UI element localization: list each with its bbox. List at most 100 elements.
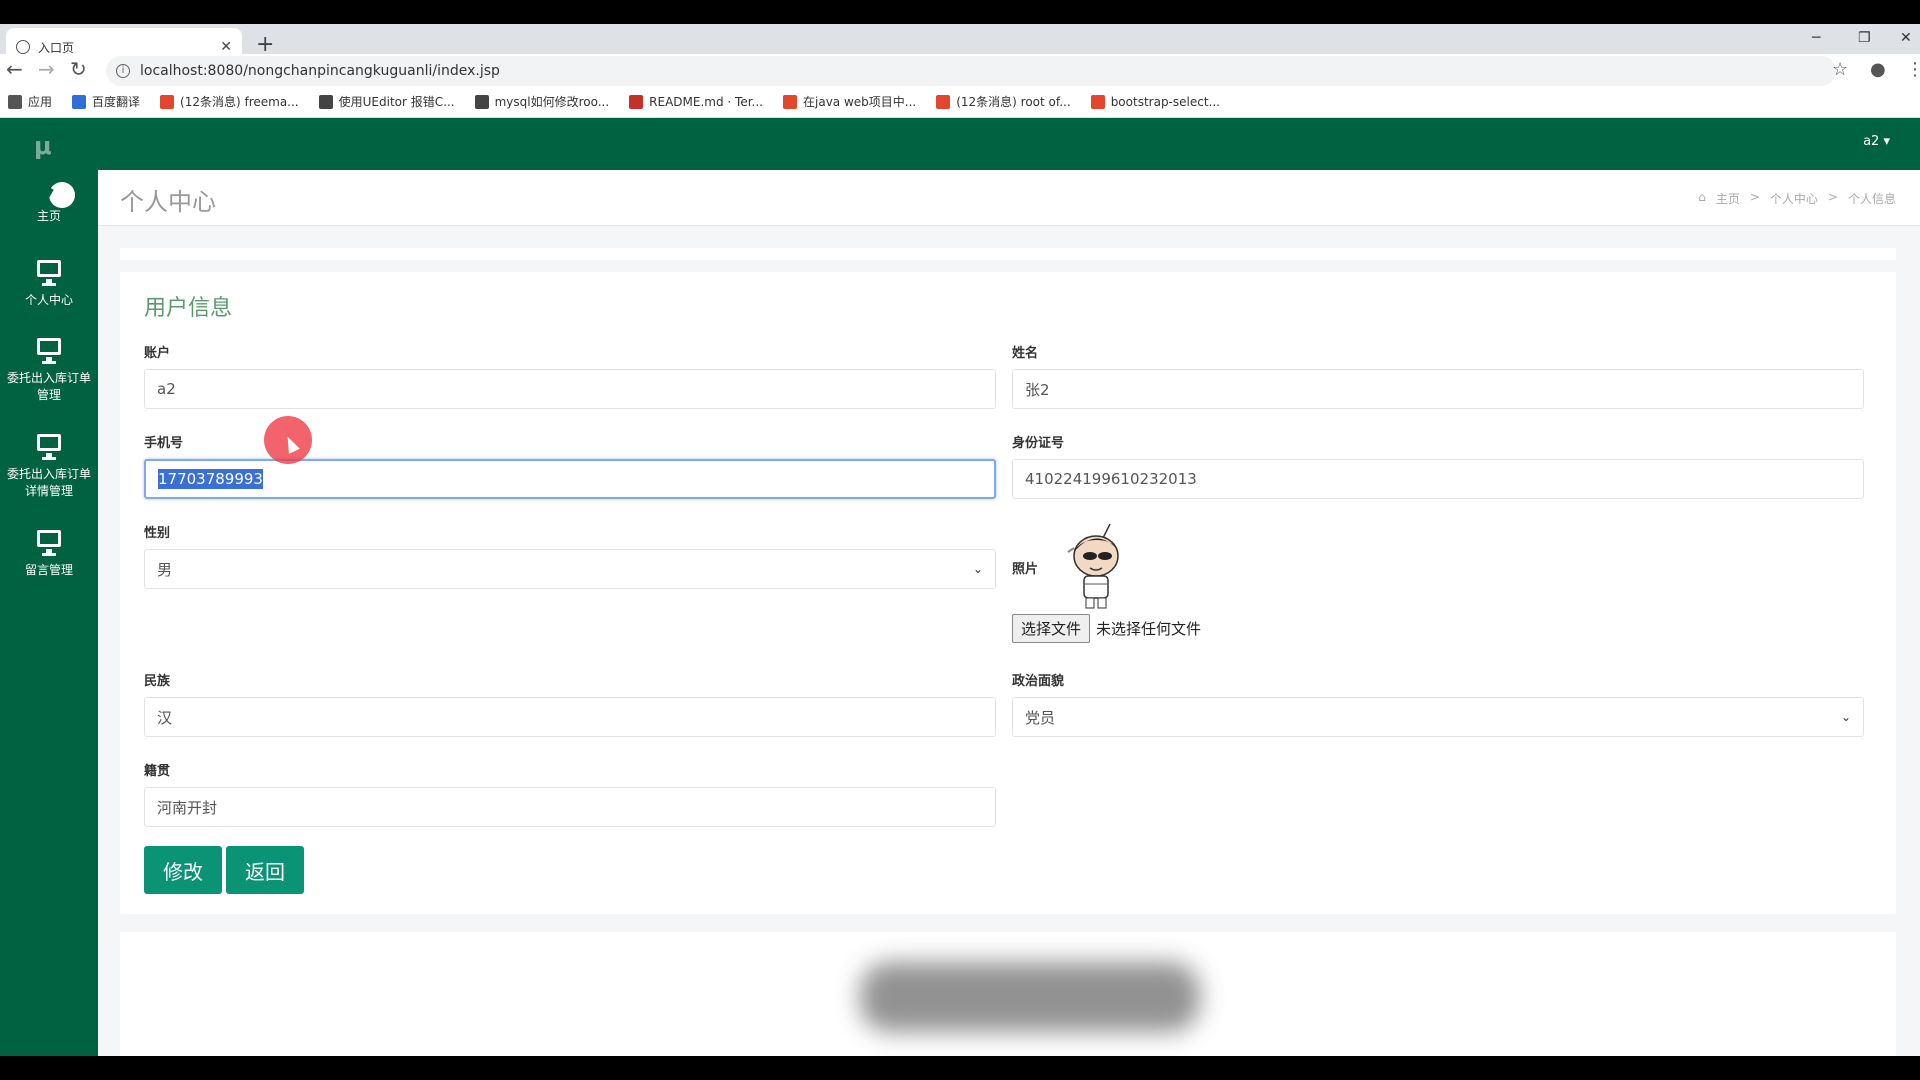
sidebar: μ 主页 个人中心 委托出入库订单管理 委托出入库订单详情管理 留言管理 bbox=[0, 118, 98, 1056]
bookmark-favicon-icon bbox=[318, 94, 333, 109]
new-tab-icon[interactable]: + bbox=[256, 34, 274, 56]
address-bar[interactable]: i localhost:8080/nongchanpincangkuguanli… bbox=[106, 56, 1836, 86]
bookmark-item[interactable]: 在java web项目中... bbox=[783, 93, 916, 110]
page-header: 个人中心 ⌂ 主页 > 个人中心 > 个人信息 bbox=[98, 170, 1920, 226]
monitor-icon bbox=[0, 258, 98, 288]
star-icon[interactable]: ☆ bbox=[1832, 59, 1848, 80]
bookmark-favicon-icon bbox=[160, 94, 175, 109]
sidebar-item-orders[interactable]: 委托出入库订单管理 bbox=[0, 336, 98, 404]
blurred-region bbox=[860, 962, 1200, 1032]
bookmark-label: 使用UEditor 报错C... bbox=[338, 95, 455, 109]
bookmark-label: 应用 bbox=[28, 95, 53, 109]
bookmark-favicon-icon bbox=[474, 94, 489, 109]
file-chooser: 选择文件 未选择任何文件 bbox=[1012, 614, 1201, 643]
political-value: 党员 bbox=[1025, 708, 1056, 727]
bottom-letterbox bbox=[0, 1056, 1920, 1080]
breadcrumb-personal-center[interactable]: 个人中心 bbox=[1770, 190, 1818, 207]
sidebar-item-label: 个人中心 bbox=[24, 293, 73, 307]
sidebar-item-personal-center[interactable]: 个人中心 bbox=[0, 258, 98, 309]
ethnic-input[interactable]: 汉 bbox=[144, 697, 996, 737]
page-title: 个人中心 bbox=[120, 188, 216, 216]
window-close-icon[interactable]: ✕ bbox=[1900, 30, 1912, 46]
url-text: localhost:8080/nongchanpincangkuguanli/i… bbox=[140, 63, 500, 79]
breadcrumb-current: 个人信息 bbox=[1847, 192, 1896, 206]
phone-input[interactable]: 17703789993 bbox=[144, 459, 996, 499]
app-logo: μ bbox=[34, 132, 52, 160]
bookmark-label: (12条消息) freema... bbox=[180, 95, 299, 109]
bookmark-favicon-icon bbox=[783, 94, 797, 109]
name-label: 姓名 bbox=[1012, 346, 1039, 361]
bookmark-item[interactable]: (12条消息) freema... bbox=[160, 93, 299, 110]
bookmark-item[interactable]: 百度翻译 bbox=[72, 93, 140, 110]
account-input[interactable]: a2 bbox=[144, 369, 996, 409]
bookmark-item[interactable]: mysql如何修改roo... bbox=[474, 93, 610, 110]
section-title: 用户信息 bbox=[144, 296, 233, 321]
native-input[interactable]: 河南开封 bbox=[144, 787, 996, 827]
user-menu[interactable]: a2 ▾ bbox=[1863, 134, 1890, 149]
account-label: 账户 bbox=[144, 346, 171, 361]
breadcrumb-home[interactable]: 主页 bbox=[1716, 190, 1740, 207]
bookmark-item[interactable]: 应用 bbox=[8, 93, 52, 110]
forward-icon[interactable]: → bbox=[38, 57, 55, 81]
political-field: 政治面貌 党员 ⌄ bbox=[1012, 670, 1864, 737]
sidebar-item-home[interactable]: 主页 bbox=[0, 182, 98, 225]
name-input[interactable]: 张2 bbox=[1012, 369, 1864, 409]
bookmark-label: 百度翻译 bbox=[92, 95, 141, 109]
bookmark-favicon-icon bbox=[936, 94, 951, 109]
bookmark-favicon-icon bbox=[72, 94, 87, 109]
bookmark-item[interactable]: (12条消息) root of... bbox=[936, 93, 1071, 110]
idcard-input[interactable]: 410224199610232013 bbox=[1012, 459, 1864, 499]
bookmark-label: (12条消息) root of... bbox=[956, 95, 1071, 109]
tab-close-icon[interactable]: ✕ bbox=[220, 39, 232, 55]
avatar-photo bbox=[1067, 523, 1119, 609]
choose-file-button[interactable]: 选择文件 bbox=[1012, 614, 1091, 643]
ethnic-field: 民族 汉 bbox=[144, 670, 996, 737]
name-field: 姓名 张2 bbox=[1012, 342, 1864, 409]
menu-icon[interactable]: ⋮ bbox=[1906, 59, 1920, 80]
top-letterbox bbox=[0, 0, 1920, 24]
divider-strip bbox=[120, 248, 1896, 260]
main-content: 个人中心 ⌂ 主页 > 个人中心 > 个人信息 用户信息 账户 a2 姓名 张2… bbox=[98, 170, 1920, 1056]
minimize-icon[interactable]: ─ bbox=[1812, 30, 1820, 46]
bookmark-item[interactable]: README.md · Ter... bbox=[629, 94, 763, 109]
back-button[interactable]: 返回 bbox=[226, 846, 304, 894]
bookmark-label: 在java web项目中... bbox=[803, 95, 917, 109]
home-icon: ⌂ bbox=[1698, 190, 1706, 204]
idcard-label: 身份证号 bbox=[1012, 436, 1065, 451]
photo-label: 照片 bbox=[1012, 562, 1039, 577]
submit-button[interactable]: 修改 bbox=[144, 846, 222, 894]
political-select[interactable]: 党员 ⌄ bbox=[1012, 697, 1864, 737]
sidebar-item-label: 留言管理 bbox=[24, 563, 73, 577]
chevron-down-icon: ⌄ bbox=[1840, 710, 1851, 724]
bookmarks-bar: 应用 百度翻译 (12条消息) freema... 使用UEditor 报错C... m… bbox=[0, 86, 1920, 118]
app-header: a2 ▾ bbox=[98, 118, 1920, 170]
dashboard-icon bbox=[36, 182, 75, 208]
profile-icon[interactable]: ● bbox=[1870, 59, 1886, 80]
globe-icon bbox=[16, 40, 30, 54]
sidebar-item-label: 委托出入库订单详情管理 bbox=[6, 467, 91, 498]
political-label: 政治面貌 bbox=[1012, 674, 1065, 689]
monitor-icon bbox=[0, 528, 98, 558]
gender-select[interactable]: 男 ⌄ bbox=[144, 549, 996, 589]
browser-toolbar: ← → ↻ i localhost:8080/nongchanpincangku… bbox=[0, 54, 1920, 86]
sidebar-item-label: 委托出入库订单管理 bbox=[6, 371, 91, 402]
phone-value-selected: 17703789993 bbox=[158, 469, 263, 489]
reload-icon[interactable]: ↻ bbox=[70, 57, 87, 81]
gender-value: 男 bbox=[157, 560, 173, 579]
idcard-field: 身份证号 410224199610232013 bbox=[1012, 432, 1864, 499]
bookmark-item[interactable]: bootstrap-select... bbox=[1090, 94, 1220, 109]
account-field: 账户 a2 bbox=[144, 342, 996, 409]
sidebar-item-label: 主页 bbox=[36, 209, 61, 223]
chevron-down-icon: ⌄ bbox=[972, 562, 983, 576]
monitor-icon bbox=[4, 336, 94, 366]
info-icon[interactable]: i bbox=[116, 64, 130, 78]
bookmark-item[interactable]: 使用UEditor 报错C... bbox=[318, 93, 455, 110]
sidebar-item-messages[interactable]: 留言管理 bbox=[0, 528, 98, 579]
back-icon[interactable]: ← bbox=[6, 57, 23, 81]
user-info-panel: 用户信息 账户 a2 姓名 张2 手机号 17703789993 身份证号 41… bbox=[120, 272, 1896, 914]
restore-icon[interactable]: ❐ bbox=[1858, 30, 1871, 46]
monitor-icon bbox=[4, 432, 94, 462]
bookmark-label: mysql如何修改roo... bbox=[494, 95, 610, 109]
sidebar-item-order-details[interactable]: 委托出入库订单详情管理 bbox=[0, 432, 98, 500]
file-status: 未选择任何文件 bbox=[1096, 620, 1202, 638]
